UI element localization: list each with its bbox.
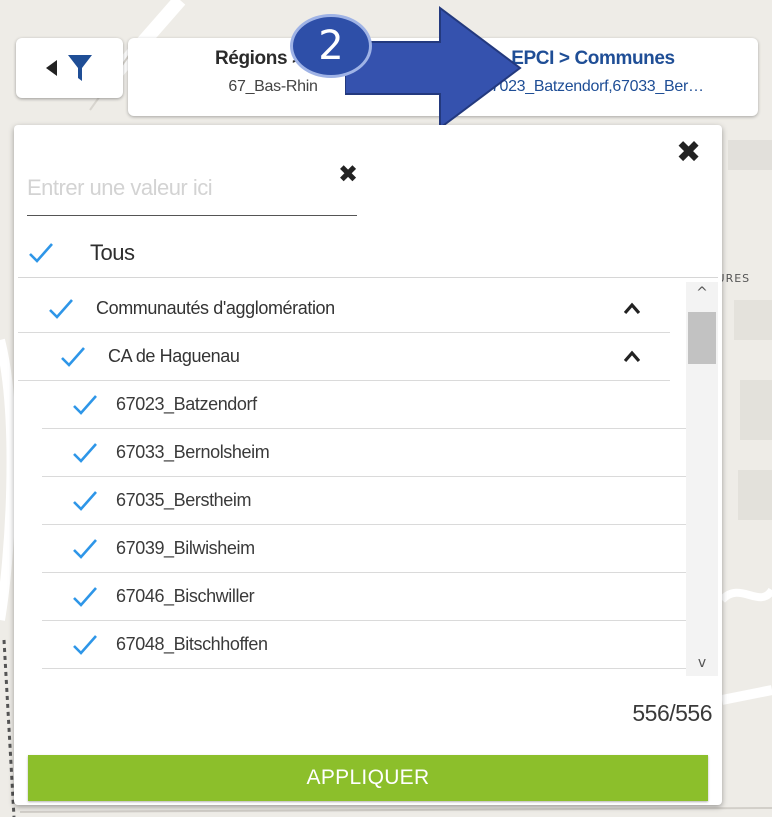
list-item-label: 67046_Bischwiller <box>116 586 255 606</box>
select-all-label: Tous <box>90 239 135 265</box>
list-item[interactable]: 67023_Batzendorf <box>42 381 686 429</box>
list-item[interactable]: 67048_Bitschhoffen <box>42 621 686 669</box>
back-arrow-icon[interactable] <box>46 60 57 76</box>
list-item[interactable]: 67039_Bilwisheim <box>42 525 686 573</box>
scroll-down-icon[interactable]: v <box>686 654 718 672</box>
scrollbar-thumb[interactable] <box>688 312 716 364</box>
chevron-up-icon[interactable] <box>624 301 640 317</box>
group-row[interactable]: Communautés d'agglomération <box>18 285 670 333</box>
check-icon[interactable] <box>72 634 98 656</box>
search-input[interactable] <box>27 160 357 216</box>
clear-search-icon[interactable]: ✖ <box>338 160 358 188</box>
check-icon[interactable] <box>72 490 98 512</box>
group-label: CA de Haguenau <box>108 346 240 366</box>
list-item-label: 67035_Berstheim <box>116 490 252 510</box>
check-icon[interactable] <box>72 442 98 464</box>
check-icon[interactable] <box>60 346 86 368</box>
check-icon[interactable] <box>48 298 74 320</box>
check-icon[interactable] <box>72 394 98 416</box>
list-item[interactable]: 67033_Bernolsheim <box>42 429 686 477</box>
apply-button[interactable]: APPLIQUER <box>28 755 708 801</box>
list-item[interactable]: 67035_Berstheim <box>42 477 686 525</box>
list-item-label: 67033_Bernolsheim <box>116 442 270 462</box>
options-list[interactable]: Communautés d'agglomération CA de Haguen… <box>18 285 686 677</box>
check-icon[interactable] <box>72 586 98 608</box>
select-all-row[interactable]: Tous <box>18 228 718 278</box>
step-number-badge: 2 <box>290 14 372 78</box>
list-scrollbar[interactable]: ^ v <box>686 282 718 676</box>
list-item-label: 67048_Bitschhoffen <box>116 634 268 654</box>
annotation-arrow-icon <box>345 6 522 130</box>
group-row[interactable]: CA de Haguenau <box>18 333 670 381</box>
group-label: Communautés d'agglomération <box>96 298 335 318</box>
list-item[interactable]: 67046_Bischwiller <box>42 573 686 621</box>
list-item-label: 67023_Batzendorf <box>116 394 257 414</box>
check-icon[interactable] <box>28 242 54 264</box>
filter-nav-box <box>16 38 123 98</box>
scroll-up-icon[interactable]: ^ <box>686 284 718 302</box>
check-icon[interactable] <box>72 538 98 560</box>
chevron-up-icon[interactable] <box>624 349 640 365</box>
list-item-label: 67039_Bilwisheim <box>116 538 255 558</box>
close-icon[interactable]: ✖ <box>676 138 701 168</box>
filter-funnel-icon[interactable] <box>67 53 93 83</box>
selection-count: 556/556 <box>632 700 712 726</box>
